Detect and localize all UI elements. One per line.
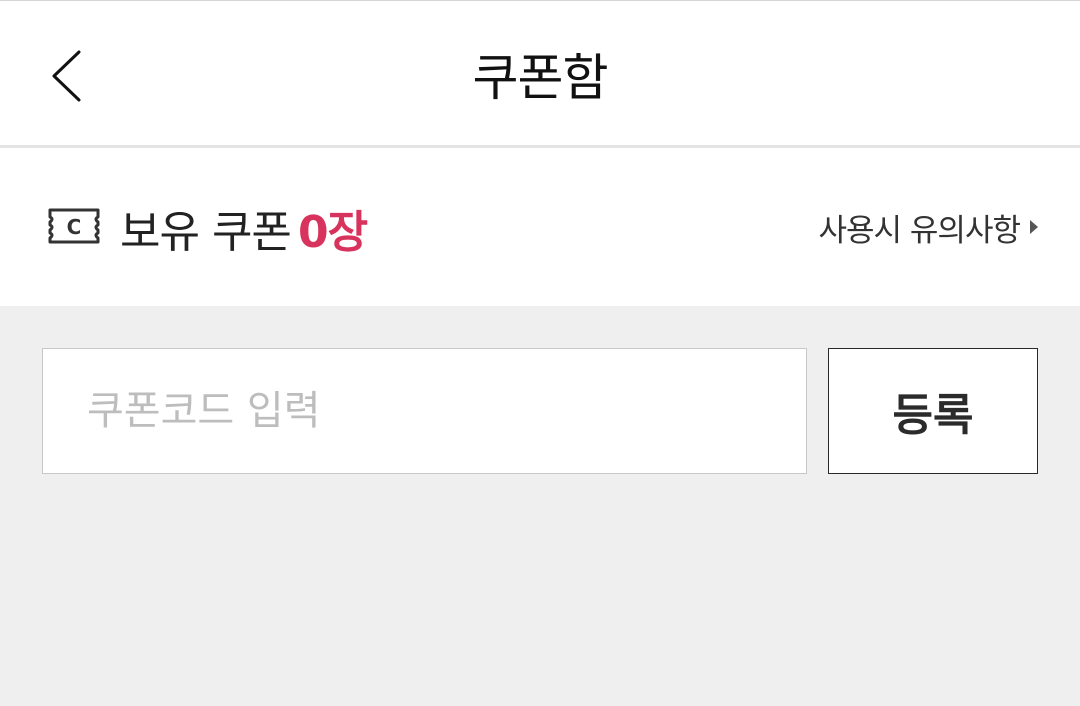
- owned-coupon-label: 보유 쿠폰: [120, 207, 292, 258]
- page-title: 쿠폰함: [472, 48, 609, 107]
- caret-right-icon: [1030, 220, 1038, 234]
- coupon-box-screen: 쿠폰함 C 보유 쿠폰 0장 사용시 유의사항 등록: [0, 0, 1080, 706]
- usage-notice-label: 사용시 유의사항: [818, 212, 1021, 249]
- usage-notice-link[interactable]: 사용시 유의사항: [818, 202, 1038, 252]
- owned-coupon-count: 0장: [298, 207, 368, 258]
- coupon-icon-letter: C: [67, 215, 82, 239]
- register-button[interactable]: 등록: [828, 348, 1038, 474]
- coupon-ticket-icon: C: [48, 208, 100, 244]
- app-header: 쿠폰함: [0, 0, 1080, 148]
- coupon-code-input[interactable]: [42, 348, 807, 474]
